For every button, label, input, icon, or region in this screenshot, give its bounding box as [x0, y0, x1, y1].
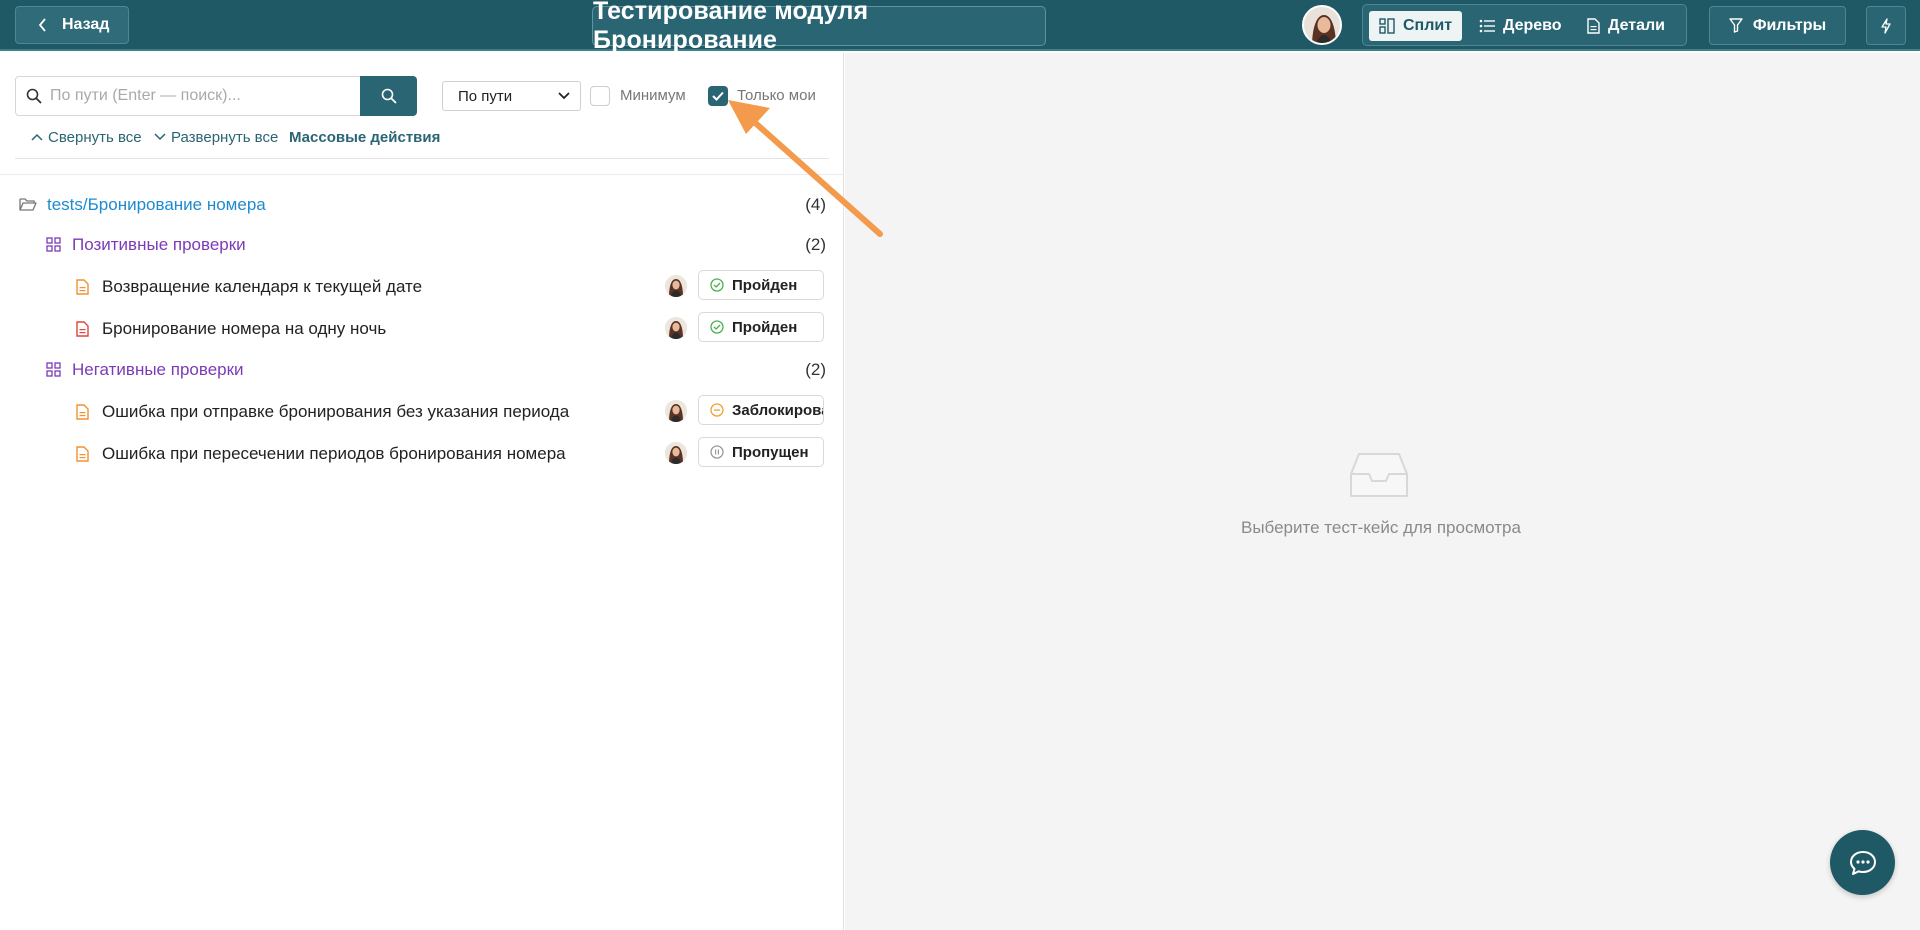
suite-grid-icon [46, 362, 61, 377]
bulk-actions-label: Массовые действия [289, 128, 441, 146]
view-mode-group: Сплит Дерево Детали [1362, 4, 1687, 46]
suite-count: (2) [805, 235, 826, 254]
case-label: Бронирование номера на одну ночь [102, 319, 387, 338]
search-icon [26, 88, 42, 104]
lightning-icon [1880, 17, 1892, 34]
page-title: Тестирование модуля Бронирование [592, 0, 1046, 54]
expand-all-label: Развернуть все [171, 128, 279, 146]
status-label: Пройден [732, 318, 798, 336]
status-dropdown[interactable]: Заблокирован [698, 395, 824, 425]
minimum-checkbox[interactable] [590, 86, 610, 106]
suite-count: (2) [805, 360, 826, 379]
sort-select-value: По пути [458, 87, 513, 105]
passed-status-icon [710, 320, 724, 334]
user-avatar[interactable] [1302, 5, 1342, 45]
expand-all-link[interactable]: Развернуть все [154, 127, 278, 147]
view-split-label: Сплит [1403, 17, 1453, 34]
bulk-actions-link[interactable]: Массовые действия [289, 127, 440, 147]
detail-panel: Выберите тест-кейс для просмотра [845, 53, 1920, 930]
tree-folder[interactable]: tests/Бронирование номера (4) [0, 187, 843, 221]
test-tree-panel: По пути Минимум Только мои Свернуть все … [0, 53, 844, 930]
tree-suite[interactable]: Негативные проверки (2) [0, 352, 843, 386]
minimum-label: Минимум [620, 87, 686, 104]
view-details-label: Детали [1608, 17, 1666, 34]
collapse-all-link[interactable]: Свернуть все [31, 127, 142, 147]
blocked-status-icon [710, 403, 724, 417]
view-tree-label: Дерево [1503, 17, 1562, 34]
search-button[interactable] [360, 76, 417, 116]
checkmark-icon [712, 91, 724, 101]
case-label: Ошибка при пересечении периодов брониров… [102, 444, 566, 463]
view-split-button[interactable]: Сплит [1369, 11, 1463, 41]
status-label: Заблокирован [732, 401, 823, 419]
back-label: Назад [62, 16, 110, 33]
assignee-avatar [665, 275, 687, 297]
search-field [15, 76, 361, 116]
filter-icon [1729, 18, 1743, 33]
chevron-up-icon [31, 133, 43, 141]
filters-button[interactable]: Фильтры [1709, 6, 1846, 45]
chevron-down-icon [154, 133, 166, 141]
test-case-icon [76, 446, 89, 462]
list-icon [1479, 19, 1495, 33]
tree-suite[interactable]: Позитивные проверки (2) [0, 227, 843, 261]
chat-icon [1849, 850, 1877, 876]
assignee-avatar [665, 317, 687, 339]
view-details-button[interactable]: Детали [1577, 11, 1675, 41]
empty-state-text: Выберите тест-кейс для просмотра [1241, 518, 1521, 537]
quick-actions-button[interactable] [1866, 6, 1906, 45]
folder-label: tests/Бронирование номера [47, 195, 266, 214]
status-dropdown[interactable]: Пройден [698, 312, 824, 342]
status-dropdown[interactable]: Пройден [698, 270, 824, 300]
only-mine-label: Только мои [737, 87, 816, 104]
tree-case[interactable]: Бронирование номера на одну ночь Пройден [0, 311, 843, 345]
toolbar-divider [15, 158, 829, 159]
test-case-icon [76, 404, 89, 420]
test-case-icon [76, 279, 89, 295]
search-icon [381, 88, 397, 104]
status-label: Пройден [732, 276, 798, 294]
top-bar: Назад Тестирование модуля Бронирование С… [0, 0, 1920, 54]
folder-open-icon [19, 197, 37, 211]
assignee-avatar [665, 400, 687, 422]
view-tree-button[interactable]: Дерево [1469, 11, 1572, 41]
chat-button[interactable] [1830, 830, 1895, 895]
tree-case[interactable]: Ошибка при пересечении периодов брониров… [0, 436, 843, 470]
case-label: Ошибка при отправке бронирования без ука… [102, 402, 570, 421]
collapse-all-label: Свернуть все [48, 128, 142, 146]
tree-divider [0, 174, 843, 175]
passed-status-icon [710, 278, 724, 292]
suite-label: Позитивные проверки [72, 235, 246, 254]
inbox-icon [1349, 452, 1409, 498]
test-case-icon [76, 321, 89, 337]
back-button[interactable]: Назад [15, 6, 129, 44]
chevron-down-icon [558, 92, 570, 100]
sort-select[interactable]: По пути [442, 81, 581, 111]
folder-count: (4) [805, 195, 826, 214]
tree-case[interactable]: Возвращение календаря к текущей дате Про… [0, 269, 843, 303]
suite-grid-icon [46, 237, 61, 252]
document-icon [1587, 18, 1600, 34]
status-label: Пропущен [732, 443, 809, 461]
search-input[interactable] [50, 87, 340, 105]
only-mine-checkbox[interactable] [708, 86, 728, 106]
skipped-status-icon [710, 445, 724, 459]
split-icon [1379, 18, 1395, 34]
status-dropdown[interactable]: Пропущен [698, 437, 824, 467]
suite-label: Негативные проверки [72, 360, 244, 379]
case-label: Возвращение календаря к текущей дате [102, 277, 423, 296]
assignee-avatar [665, 442, 687, 464]
tree-case[interactable]: Ошибка при отправке бронирования без ука… [0, 394, 843, 428]
chevron-left-icon [38, 18, 48, 32]
filters-label: Фильтры [1752, 16, 1827, 34]
